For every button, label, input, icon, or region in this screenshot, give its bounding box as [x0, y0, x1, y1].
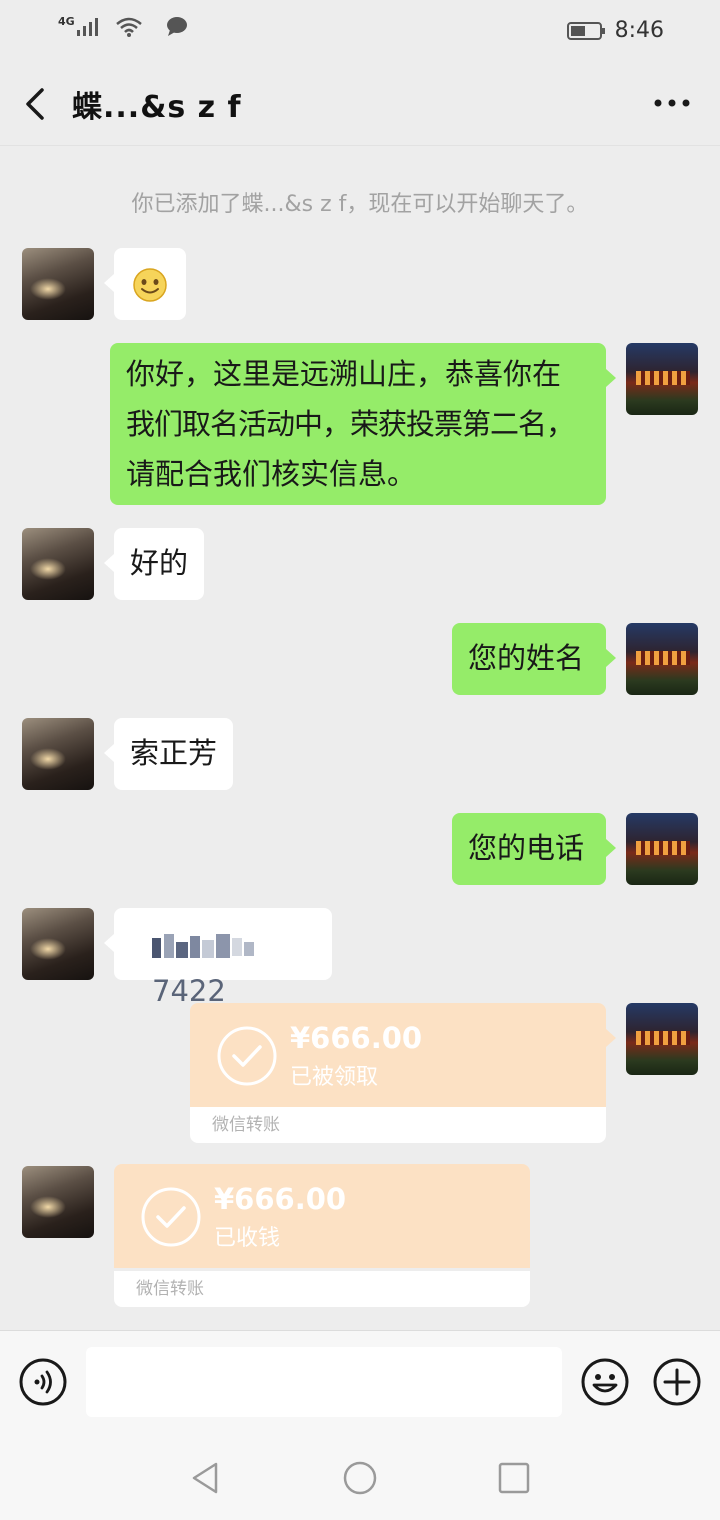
voice-input-icon[interactable] [18, 1357, 68, 1407]
contact-avatar[interactable] [22, 718, 94, 790]
message-bubble-out[interactable]: 您的电话 [452, 813, 616, 885]
message-line: 我们取名活动中，荣获投票第二名， [126, 407, 575, 441]
message-line: 你好，这里是远溯山庄，恭喜你在 [126, 357, 562, 391]
my-avatar[interactable] [626, 813, 698, 885]
status-time: 8:46 [614, 18, 664, 43]
transfer-label: 微信转账 [114, 1271, 530, 1307]
network-type: 4G [58, 14, 75, 28]
message-bubble-in[interactable]: 好的 [103, 528, 205, 600]
message-notification-icon [166, 17, 187, 36]
transfer-card-out[interactable]: ¥666.00 已被领取 微信转账 [190, 1003, 616, 1143]
message-bubble-in[interactable] [104, 248, 186, 320]
message-text: 您的姓名 [468, 641, 585, 675]
contact-avatar[interactable] [22, 248, 94, 320]
transfer-card-top: ¥666.00 已被领取 [190, 1003, 606, 1107]
contact-avatar[interactable] [22, 528, 94, 600]
transfer-label: 微信转账 [190, 1107, 606, 1143]
smile-emoji-icon [133, 268, 167, 302]
transfer-card-in[interactable]: ¥666.00 已收钱 微信转账 [114, 1164, 530, 1307]
system-message: 你已添加了蝶...&s z f，现在可以开始聊天了。 [131, 192, 589, 217]
message-line: 请配合我们核实信息。 [126, 457, 417, 491]
contact-avatar[interactable] [22, 1166, 94, 1238]
chat-title: 蝶...&s z f [72, 90, 242, 125]
message-bubble-out[interactable]: 你好，这里是远溯山庄，恭喜你在 我们取名活动中，荣获投票第二名， 请配合我们核实… [110, 343, 616, 505]
message-bubble-in[interactable]: 索正芳 [103, 718, 234, 790]
message-text: 索正芳 [130, 736, 218, 770]
transfer-amount: ¥666.00 [214, 1182, 347, 1216]
more-options-icon[interactable] [652, 88, 692, 118]
status-right: 8:46 [566, 18, 664, 43]
transfer-status: 已收钱 [214, 1226, 281, 1251]
message-bubble-out[interactable]: 您的姓名 [452, 623, 616, 695]
system-navigation-bar [0, 1434, 720, 1520]
message-input[interactable] [86, 1347, 562, 1417]
status-left: 4G [58, 14, 189, 38]
signal-icon [76, 18, 98, 36]
plus-icon[interactable] [652, 1357, 702, 1407]
my-avatar[interactable] [626, 623, 698, 695]
transfer-card-top: ¥666.00 已收钱 [114, 1164, 530, 1268]
status-bar: 4G 8:46 [0, 0, 720, 62]
my-avatar[interactable] [626, 343, 698, 415]
nav-recent-apps-icon[interactable] [494, 1458, 534, 1498]
chat-input-bar [0, 1330, 720, 1434]
wifi-icon [115, 17, 142, 37]
check-circle-icon [141, 1187, 201, 1247]
redacted-digits [152, 934, 254, 958]
transfer-status: 已被领取 [290, 1065, 379, 1090]
chat-header: 蝶...&s z f [0, 62, 720, 146]
transfer-amount: ¥666.00 [290, 1021, 423, 1055]
back-arrow-icon[interactable] [18, 84, 58, 124]
my-avatar[interactable] [626, 1003, 698, 1075]
message-text: 您的电话 [468, 831, 585, 865]
contact-avatar[interactable] [22, 908, 94, 980]
nav-home-icon[interactable] [340, 1458, 380, 1498]
check-circle-icon [217, 1026, 277, 1086]
nav-back-icon[interactable] [186, 1458, 226, 1498]
message-text: 好的 [130, 546, 189, 580]
emoji-icon[interactable] [580, 1357, 630, 1407]
battery-icon [566, 21, 605, 40]
message-bubble-in[interactable]: 7422 [104, 908, 332, 1008]
